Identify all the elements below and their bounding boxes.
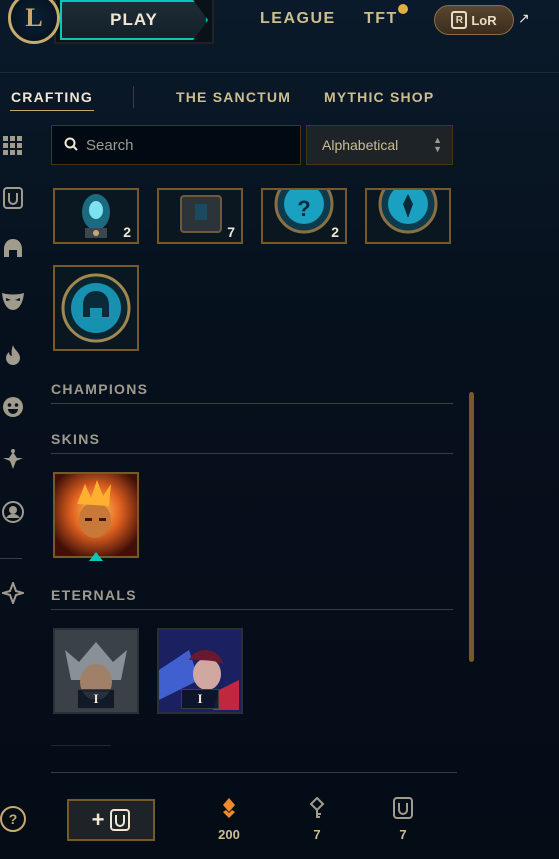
- orange-essence-value: 200: [218, 827, 240, 842]
- champion-helmet-icon[interactable]: [0, 236, 26, 262]
- tab-mythic-shop[interactable]: MYTHIC SHOP: [324, 89, 434, 105]
- currency-orange-essence: 200: [199, 797, 259, 842]
- emote-icon[interactable]: [0, 394, 26, 420]
- ward-icon[interactable]: [0, 446, 26, 472]
- eternal-tile[interactable]: I: [157, 628, 243, 714]
- item-count: 2: [123, 224, 131, 240]
- svg-text:?: ?: [297, 196, 310, 221]
- currency-token: 7: [373, 797, 433, 842]
- list-end-divider: [51, 745, 111, 746]
- subnav-divider: [133, 86, 134, 108]
- eternal-tile[interactable]: I: [53, 628, 139, 714]
- tab-the-sanctum[interactable]: THE SANCTUM: [176, 89, 291, 105]
- scrollbar[interactable]: [469, 392, 474, 662]
- play-button[interactable]: PLAY: [60, 0, 208, 40]
- search-input[interactable]: [86, 126, 296, 164]
- skin-tile[interactable]: [53, 472, 139, 558]
- summoner-icon[interactable]: [0, 499, 26, 525]
- craft-token-button[interactable]: +: [67, 799, 155, 841]
- key-fragment-icon: [309, 797, 325, 818]
- section-title-champions: CHAMPIONS: [51, 381, 149, 397]
- search-icon: [64, 137, 78, 151]
- sort-select-value: Alphabetical: [322, 137, 399, 153]
- eternal-badge: I: [77, 689, 115, 709]
- orange-essence-icon: [223, 798, 235, 818]
- footer-divider: [51, 772, 457, 773]
- loot-item-ward[interactable]: [365, 188, 451, 244]
- skin-art: [55, 474, 137, 556]
- currency-key-fragment: 7: [287, 797, 347, 842]
- item-count: 7: [227, 224, 235, 240]
- play-label: PLAY: [110, 10, 158, 29]
- flame-icon[interactable]: [0, 342, 26, 368]
- loot-item-mystery[interactable]: ? 2: [261, 188, 347, 244]
- section-divider: [51, 403, 453, 404]
- section-title-skins: SKINS: [51, 431, 101, 447]
- ward-orb-icon: [378, 190, 438, 234]
- tab-crafting[interactable]: CRAFTING: [11, 89, 93, 105]
- tab-active-underline: [10, 110, 94, 111]
- nav-league[interactable]: LEAGUE: [260, 10, 336, 28]
- token-filter-icon[interactable]: [0, 185, 26, 211]
- token-icon: [110, 809, 131, 831]
- notification-dot: [398, 4, 408, 14]
- plus-label: +: [91, 807, 105, 832]
- lor-button[interactable]: R LoR: [434, 5, 514, 35]
- loot-item-emote-capsule[interactable]: 2: [53, 188, 139, 244]
- loot-item-chest[interactable]: 7: [157, 188, 243, 244]
- skin-mask-icon[interactable]: [0, 288, 26, 314]
- league-logo[interactable]: L: [8, 0, 60, 44]
- section-divider: [51, 453, 453, 454]
- grid-icon[interactable]: [0, 133, 26, 159]
- token-value: 7: [399, 827, 407, 842]
- select-arrows-icon: ▲ ▼: [433, 135, 442, 154]
- eternal-badge: I: [181, 689, 219, 709]
- rail-divider: [0, 558, 22, 559]
- logo-letter: L: [25, 3, 43, 32]
- eternals-icon[interactable]: [0, 580, 26, 606]
- search-box[interactable]: [51, 125, 301, 165]
- nav-tft[interactable]: TFT: [364, 10, 398, 28]
- lor-icon: R: [451, 11, 468, 29]
- sort-select[interactable]: Alphabetical ▲ ▼: [306, 125, 453, 165]
- helmet-token-icon: [61, 273, 131, 343]
- lor-label: LoR: [471, 12, 497, 28]
- help-button[interactable]: ?: [0, 806, 26, 832]
- section-divider: [51, 609, 453, 610]
- key-fragment-value: 7: [313, 827, 321, 842]
- top-divider: [0, 72, 559, 73]
- item-count: 2: [331, 224, 339, 240]
- external-link-icon[interactable]: ↗: [518, 10, 530, 27]
- section-title-eternals: ETERNALS: [51, 587, 137, 603]
- loot-item-helmet-token[interactable]: [53, 265, 139, 351]
- token-icon: [393, 797, 413, 819]
- skin-rarity-icon: [89, 552, 103, 561]
